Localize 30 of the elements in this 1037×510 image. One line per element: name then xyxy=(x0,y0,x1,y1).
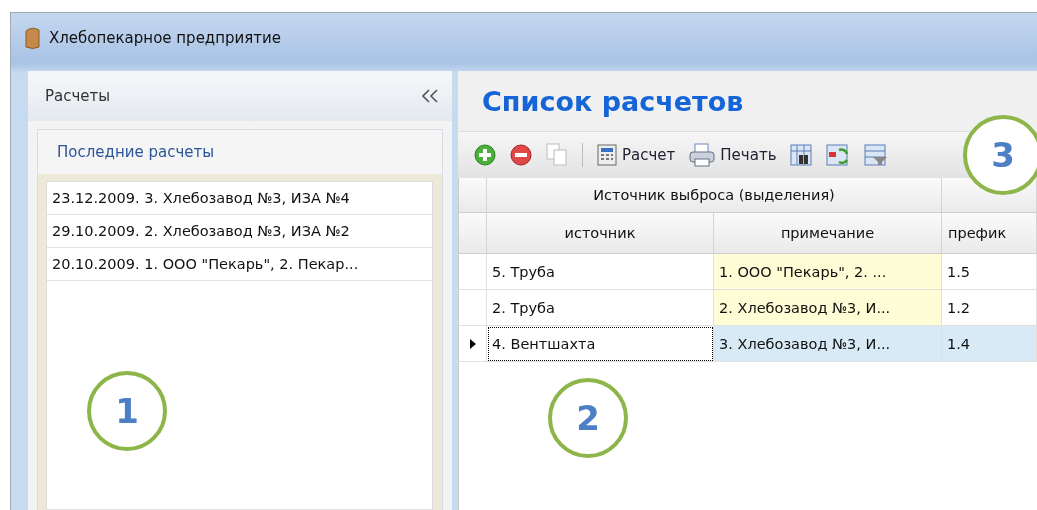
remove-icon xyxy=(510,144,532,166)
row-pointer-icon xyxy=(468,337,477,350)
filter-icon xyxy=(864,144,889,166)
column-header[interactable]: источник xyxy=(487,213,714,254)
table-cell: 1. ООО "Пекарь", 2. ... xyxy=(714,254,942,290)
collapse-icon[interactable] xyxy=(422,89,438,103)
printer-icon xyxy=(689,143,716,167)
refresh-icon xyxy=(826,144,851,166)
table-cell: 3. Хлебозавод №3, И... xyxy=(714,326,942,362)
list-item[interactable]: 20.10.2009. 1. ООО "Пекарь", 2. Пекар... xyxy=(47,248,432,281)
calc-button[interactable]: Расчет xyxy=(593,142,680,168)
table-cell: 4. Вентшахта xyxy=(487,326,714,362)
window-title: Хлебопекарное предприятие xyxy=(49,29,282,47)
column-header[interactable]: примечание xyxy=(714,213,942,254)
print-button[interactable]: Печать xyxy=(685,141,781,169)
row-indicator[interactable] xyxy=(459,326,487,362)
copy-icon xyxy=(546,143,568,167)
column-header[interactable]: префик xyxy=(942,213,1037,254)
list-item[interactable]: 29.10.2009. 2. Хлебозавод №3, ИЗА №2 xyxy=(47,215,432,248)
list-item[interactable]: 23.12.2009. 3. Хлебозавод №3, ИЗА №4 xyxy=(47,182,432,215)
column-group-header: Источник выброса (выделения) xyxy=(487,178,942,213)
panel-title: Расчеты xyxy=(45,87,111,105)
page-title: Список расчетов xyxy=(481,84,745,119)
table-cell: 1.4 xyxy=(942,326,1037,362)
group-title[interactable]: Последние расчеты xyxy=(57,143,215,161)
table-cell: 2. Хлебозавод №3, И... xyxy=(714,290,942,326)
calculator-icon xyxy=(597,144,617,166)
table-cell: 1.5 xyxy=(942,254,1037,290)
add-icon xyxy=(474,144,496,166)
bread-icon xyxy=(23,26,41,50)
